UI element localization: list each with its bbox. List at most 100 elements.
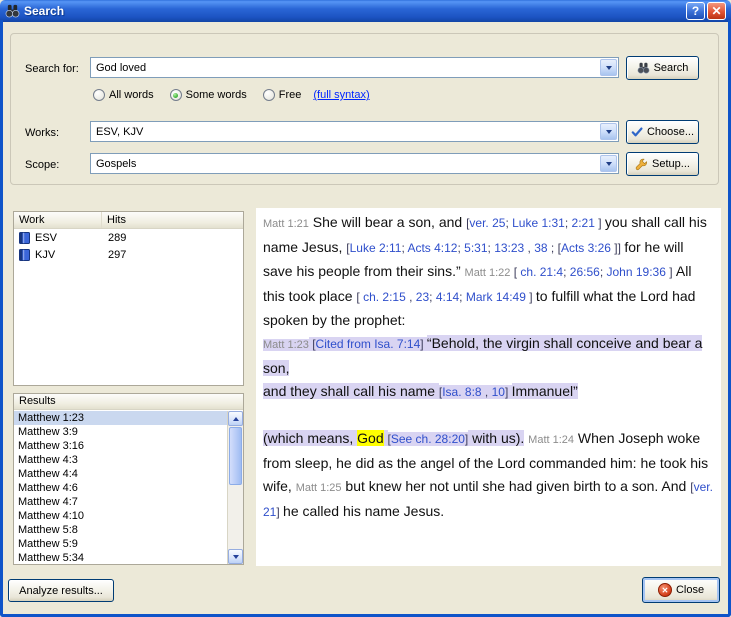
cross-reference[interactable]: John 19:36	[606, 265, 665, 279]
close-circle-icon: ✕	[658, 583, 672, 597]
work-hits-row[interactable]: ESV289	[14, 229, 243, 246]
cross-reference[interactable]: ch. 2:15	[363, 290, 406, 304]
work-hits-row[interactable]: KJV297	[14, 246, 243, 263]
scope-value: Gospels	[91, 158, 599, 170]
bracket-text: ,	[406, 290, 416, 304]
binoculars-icon	[5, 4, 20, 18]
radio-icon	[263, 89, 275, 101]
verse-marker: Matt 1:23	[263, 339, 309, 351]
result-item[interactable]: Matthew 4:7	[14, 495, 227, 509]
cross-reference[interactable]: 10	[492, 385, 505, 399]
result-item[interactable]: Matthew 5:8	[14, 523, 227, 537]
setup-scope-button[interactable]: Setup...	[626, 152, 699, 176]
book-icon	[19, 232, 30, 244]
cross-reference[interactable]: Cited from Isa. 7:14	[316, 337, 421, 351]
result-item[interactable]: Matthew 4:10	[14, 509, 227, 523]
search-mode-options: All words Some words Free (full syntax)	[93, 89, 370, 101]
help-button[interactable]: ?	[686, 2, 705, 20]
column-header-hits[interactable]: Hits	[102, 212, 243, 228]
result-item[interactable]: Matthew 3:9	[14, 425, 227, 439]
search-for-dropdown-button[interactable]	[600, 59, 617, 76]
hits-count: 289	[102, 232, 243, 244]
scroll-up-button[interactable]	[228, 411, 243, 426]
work-name: KJV	[35, 249, 55, 261]
search-for-combobox[interactable]: God loved	[90, 57, 619, 78]
cross-reference[interactable]: 26:56	[570, 265, 600, 279]
radio-option-some-words[interactable]: Some words	[170, 89, 247, 101]
choose-button-label: Choose...	[647, 126, 694, 138]
results-panel: Results Matthew 1:23Matthew 3:9Matthew 3…	[13, 393, 244, 565]
scroll-down-button[interactable]	[228, 549, 243, 564]
bracket-text: ; [	[548, 241, 561, 255]
cross-reference[interactable]: Luke 2:11	[350, 241, 402, 255]
verse-text: with us).	[468, 430, 524, 446]
verse-marker: Matt 1:25	[296, 482, 342, 494]
bracket-text: ,	[482, 385, 492, 399]
result-item[interactable]: Matthew 4:4	[14, 467, 227, 481]
result-item[interactable]: Matthew 3:16	[14, 439, 227, 453]
cross-reference[interactable]: 38	[534, 241, 547, 255]
cross-reference[interactable]: Acts 3:26	[561, 241, 611, 255]
result-item[interactable]: Matthew 4:3	[14, 453, 227, 467]
scrollbar-thumb[interactable]	[229, 427, 242, 485]
verse-text: he called his name Jesus.	[283, 503, 444, 519]
search-for-label: Search for:	[25, 63, 79, 75]
arrow-down-icon	[233, 555, 239, 559]
close-icon[interactable]: ✕	[707, 2, 726, 20]
analyze-results-button[interactable]: Analyze results...	[8, 579, 114, 602]
cross-reference[interactable]: 4:14	[436, 290, 459, 304]
cross-reference[interactable]: Isa. 8:8	[442, 385, 481, 399]
setup-button-label: Setup...	[652, 158, 690, 170]
radio-group: All words Some words Free	[93, 89, 301, 101]
choose-works-button[interactable]: Choose...	[626, 120, 699, 144]
radio-option-free[interactable]: Free	[263, 89, 302, 101]
bracket-text: ;	[429, 290, 436, 304]
radio-option-all-words[interactable]: All words	[93, 89, 154, 101]
full-syntax-link[interactable]: (full syntax)	[313, 89, 369, 101]
cross-reference[interactable]: ver. 25	[469, 216, 505, 230]
cross-reference[interactable]: Luke 1:31	[512, 216, 565, 230]
result-item[interactable]: Matthew 5:9	[14, 537, 227, 551]
verse-marker: Matt 1:22	[465, 267, 511, 279]
cross-reference[interactable]: 23	[416, 290, 429, 304]
preview-pane[interactable]: Matt 1:21 She will bear a son, and [ver.…	[256, 208, 721, 566]
chevron-down-icon	[606, 66, 612, 70]
book-icon	[19, 249, 30, 261]
work-hits-panel: Work Hits ESV289KJV297	[13, 211, 244, 386]
arrow-up-icon	[233, 417, 239, 421]
works-dropdown-button[interactable]	[600, 123, 617, 140]
cross-reference[interactable]: 2:21	[572, 216, 595, 230]
cross-reference[interactable]: See ch. 28:20	[391, 432, 465, 446]
column-header-work[interactable]: Work	[14, 212, 102, 228]
works-combobox[interactable]: ESV, KJV	[90, 121, 619, 142]
results-scrollbar[interactable]	[227, 411, 243, 564]
result-item[interactable]: Matthew 5:34	[14, 551, 227, 564]
bracket-text: ,	[524, 241, 534, 255]
cross-reference[interactable]: 5:31	[464, 241, 487, 255]
close-button-label: Close	[676, 584, 704, 596]
scope-dropdown-button[interactable]	[600, 155, 617, 172]
window-title: Search	[24, 4, 682, 18]
cross-reference[interactable]: Acts 4:12	[407, 241, 457, 255]
bracket-text: ]]	[611, 241, 624, 255]
works-label: Works:	[25, 127, 59, 139]
radio-label: All words	[109, 89, 154, 101]
scope-combobox[interactable]: Gospels	[90, 153, 619, 174]
scope-label: Scope:	[25, 159, 59, 171]
results-body: Matthew 1:23Matthew 3:9Matthew 3:16Matth…	[14, 411, 243, 564]
work-hits-header: Work Hits	[14, 212, 243, 229]
cross-reference[interactable]: 13:23	[494, 241, 524, 255]
bracket-text: ;	[565, 216, 572, 230]
cross-reference[interactable]: Mark 14:49	[466, 290, 526, 304]
search-button-label: Search	[654, 62, 689, 74]
search-button[interactable]: Search	[626, 56, 699, 80]
scrollbar-track[interactable]	[228, 426, 243, 549]
bracket-text: [	[510, 265, 520, 279]
search-hit: God	[357, 430, 383, 446]
cross-reference[interactable]: ch. 21:4	[520, 265, 563, 279]
result-item[interactable]: Matthew 4:6	[14, 481, 227, 495]
result-item[interactable]: Matthew 1:23	[14, 411, 227, 425]
works-value: ESV, KJV	[91, 126, 599, 138]
titlebar[interactable]: Search ? ✕	[0, 0, 731, 22]
close-dialog-button[interactable]: ✕ Close	[642, 577, 720, 603]
